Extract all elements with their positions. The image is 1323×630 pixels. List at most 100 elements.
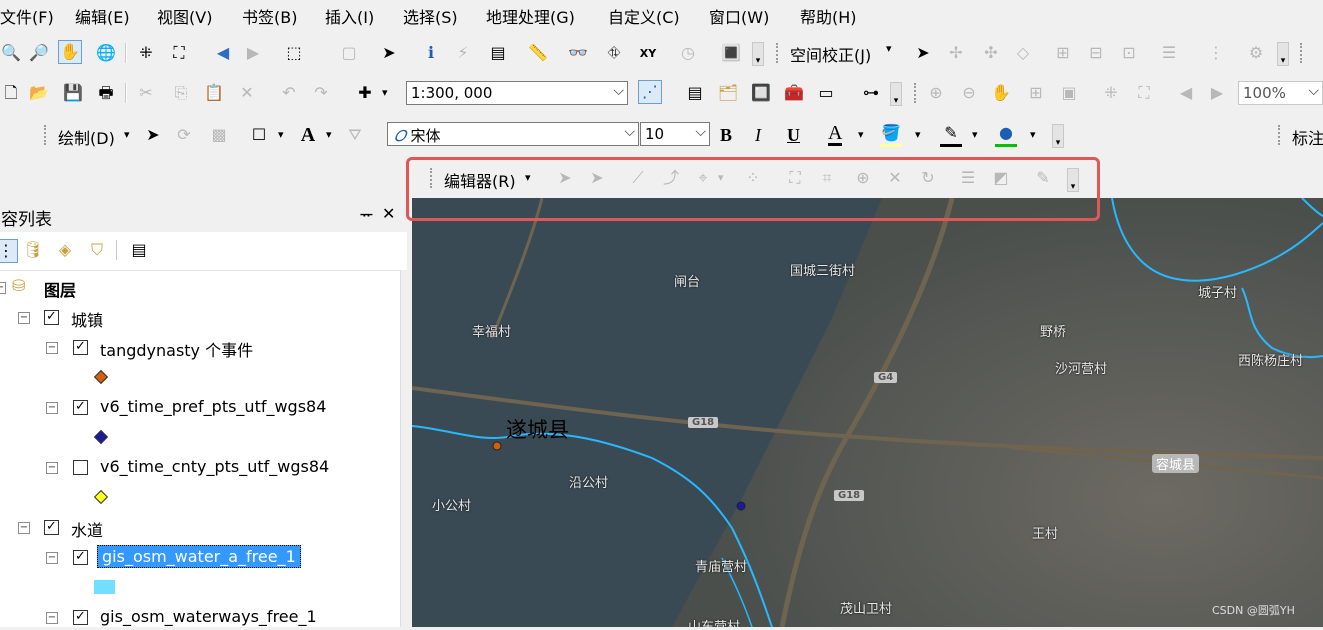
save-icon[interactable]: 💾 [62,82,84,104]
add-data-icon[interactable]: ✚ [354,82,376,104]
collapse-icon[interactable]: − [46,462,58,474]
chevron-down-icon[interactable]: ▾ [858,128,864,141]
toc-window-icon[interactable]: ▤ [684,82,706,104]
rotate-icon[interactable]: ⟳ [173,124,195,146]
forward-extent-icon[interactable]: ▶ [242,42,264,64]
underline-button[interactable]: U [787,125,800,146]
search-window-icon[interactable]: 🔲 [750,82,772,104]
toolbar-overflow[interactable]: ▾ [752,42,764,66]
chevron-down-icon[interactable]: ▾ [326,128,332,141]
text-tool-icon[interactable]: A [297,124,319,146]
new-link-icon[interactable]: ✢ [945,42,967,64]
pan-icon[interactable]: ✋ [58,40,82,64]
zoom-100-icon[interactable]: ▣ [1058,82,1080,104]
collapse-icon[interactable]: − [46,402,58,414]
hyperlink-icon[interactable]: ⚡ [452,42,474,64]
fixed-zoom-in-icon[interactable]: ⁜ [135,42,157,64]
select-features-icon[interactable]: ⬚ [283,42,305,64]
redo-icon[interactable]: ↷ [310,82,332,104]
zoom-out-icon[interactable]: 🔎 [28,42,50,64]
font-combo[interactable]: 𝑂 宋体 ⌵ [387,122,639,146]
new-document-icon[interactable]: 🗋 [0,82,22,104]
toolbar-overflow[interactable]: ▾ [890,82,902,106]
pin-icon[interactable]: ᅲ [360,205,373,225]
toc-options-icon[interactable]: ▤ [128,239,150,261]
preview-icon[interactable]: ⋮ [1205,42,1227,64]
chevron-down-icon[interactable]: ▾ [124,128,130,141]
full-extent-icon[interactable]: 🌐 [95,42,117,64]
toolbar-overflow[interactable]: ▾ [1052,124,1064,148]
menu-view[interactable]: 视图(V) [157,4,212,28]
select-link-icon[interactable]: ➤ [912,42,934,64]
map-view[interactable]: 闸台 国城三街村 城子村 幸福村 野桥 沙河营村 西陈杨庄村 遂城县 沿公村 小… [412,198,1323,627]
font-color-button[interactable]: A [828,123,843,146]
layout-pan-icon[interactable]: ✋ [990,82,1012,104]
clear-selection-icon[interactable]: ▢ [338,42,360,64]
cut-icon[interactable]: ✂ [135,82,157,104]
menu-customize[interactable]: 自定义(C) [608,4,680,28]
fixed-zoom-out-icon[interactable]: ⛶ [168,42,190,64]
editor-toolbar-icon[interactable]: ⋰ [638,80,662,104]
chevron-down-icon[interactable]: ▾ [886,42,892,55]
layout-zoom-out-icon[interactable]: ⊖ [958,82,980,104]
chevron-down-icon[interactable]: ▾ [972,128,978,141]
python-window-icon[interactable]: ▭ [815,82,837,104]
html-popup-icon[interactable]: ▤ [487,42,509,64]
layer-visibility-checkbox[interactable] [73,460,88,475]
copy-icon[interactable]: ⎘ [170,82,192,104]
menu-insert[interactable]: 插入(I) [325,4,374,28]
select-elements-icon[interactable]: ➤ [378,42,400,64]
marker-color-icon[interactable]: ● [995,122,1017,147]
rubbersheet-icon[interactable]: ◇ [1012,42,1034,64]
open-folder-icon[interactable]: 📂 [28,82,50,104]
chevron-down-icon[interactable]: ▾ [1030,128,1036,141]
adjust-icon[interactable]: ☰ [1158,42,1180,64]
close-icon[interactable]: ✕ [382,204,395,223]
map-scale-combo[interactable]: 1:300, 000 ⌵ [406,81,628,105]
previous-extent-icon[interactable]: ◀ [1175,82,1197,104]
menu-selection[interactable]: 选择(S) [403,4,458,28]
arctoolbox-icon[interactable]: 🧰 [783,82,805,104]
menu-file[interactable]: 文件(F) [0,4,54,28]
go-to-xy-icon[interactable]: XY [637,42,659,64]
collapse-icon[interactable]: − [46,612,58,624]
table-icon[interactable]: ⊟ [1085,42,1107,64]
menu-geoprocessing[interactable]: 地理处理(G) [486,4,575,28]
create-viewer-icon[interactable]: 🔳 [720,42,742,64]
menu-help[interactable]: 帮助(H) [800,4,857,28]
layer-visibility-checkbox[interactable]: ✓ [73,340,88,355]
draw-menu[interactable]: 绘制(D) [58,125,115,149]
back-extent-icon[interactable]: ◀ [212,42,234,64]
bold-button[interactable]: B [720,125,732,146]
layer-visibility-checkbox[interactable]: ✓ [44,520,59,535]
fixed-zoom-out-layout-icon[interactable]: ⛶ [1133,82,1155,104]
chevron-down-icon[interactable]: ▾ [278,128,284,141]
multi-link-icon[interactable]: ✣ [980,42,1002,64]
zoom-whole-page-icon[interactable]: ⊞ [1025,82,1047,104]
list-by-selection-icon[interactable]: ⛉ [86,239,108,261]
print-icon[interactable]: 🖶 [95,82,117,104]
italic-button[interactable]: I [755,125,761,146]
edit-vertices-icon[interactable]: ⛛ [344,124,366,146]
fill-color-icon[interactable]: 🪣 [880,122,902,147]
collapse-icon[interactable]: − [0,282,6,294]
list-by-source-icon[interactable]: 🛢 [22,239,44,261]
font-size-combo[interactable]: 10 ⌵ [640,122,710,146]
find-route-icon[interactable]: ⛗ [603,42,625,64]
time-slider-icon[interactable]: ◷ [677,42,699,64]
next-extent-icon[interactable]: ▶ [1206,82,1228,104]
zoom-to-selected-icon[interactable]: ▩ [208,124,230,146]
link-table-icon[interactable]: ⊡ [1118,42,1140,64]
undo-icon[interactable]: ↶ [278,82,300,104]
layer-visibility-checkbox[interactable]: ✓ [44,310,59,325]
toolbar-overflow[interactable]: ▾ [1277,42,1289,66]
layer-visibility-checkbox[interactable]: ✓ [73,550,88,565]
delete-icon[interactable]: ✕ [236,82,258,104]
rectangle-icon[interactable]: ☐ [248,124,270,146]
list-by-drawing-order-icon[interactable]: ⋮ [0,239,18,263]
paste-icon[interactable]: 📋 [203,82,225,104]
fixed-zoom-in-layout-icon[interactable]: ⁜ [1100,82,1122,104]
model-builder-icon[interactable]: ⊶ [860,82,882,104]
line-color-icon[interactable]: ✎ [940,122,962,147]
menu-bookmarks[interactable]: 书签(B) [242,4,297,28]
